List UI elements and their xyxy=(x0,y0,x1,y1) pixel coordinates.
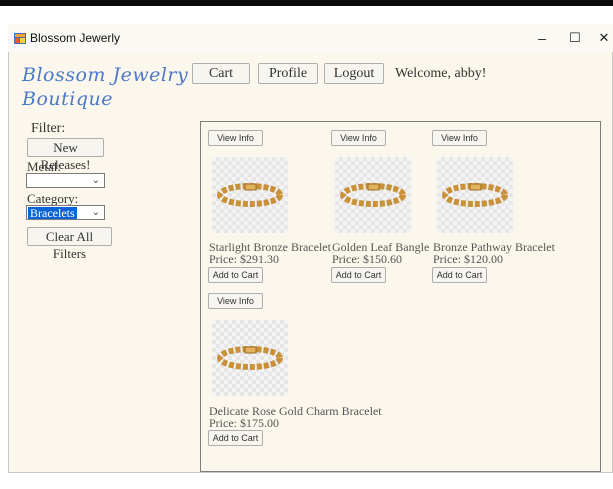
view-info-button[interactable]: View Info xyxy=(432,130,487,146)
chevron-down-icon: ⌄ xyxy=(91,207,100,218)
chevron-down-icon: ⌄ xyxy=(91,175,100,186)
category-value: Bracelets xyxy=(28,206,77,220)
product-price: Price: $291.30 xyxy=(209,252,279,266)
category-select[interactable]: Bracelets ⌄ xyxy=(26,205,105,220)
clear-filters-button[interactable]: Clear All Filters xyxy=(27,227,112,261)
bracelet-icon xyxy=(217,346,283,370)
app-icon xyxy=(14,33,26,44)
product-price: Price: $150.60 xyxy=(332,252,402,266)
logo-line-1: Blossom Jewelry xyxy=(22,64,189,86)
view-info-button[interactable]: View Info xyxy=(331,130,386,146)
new-releases-button[interactable]: New Releases! xyxy=(27,138,104,172)
profile-button[interactable]: Profile xyxy=(258,63,318,84)
bracelet-icon xyxy=(442,183,508,207)
bracelet-icon xyxy=(340,183,406,207)
product-image xyxy=(212,320,288,396)
close-button[interactable]: ✕ xyxy=(591,27,613,49)
bracelet-icon xyxy=(217,183,283,207)
product-price: Price: $175.00 xyxy=(209,416,279,430)
add-to-cart-button[interactable]: Add to Cart xyxy=(208,430,263,446)
product-image xyxy=(437,157,513,233)
logout-button[interactable]: Logout xyxy=(324,63,384,84)
view-info-button[interactable]: View Info xyxy=(208,130,263,146)
metal-select[interactable]: ⌄ xyxy=(26,173,105,188)
cart-button[interactable]: Cart xyxy=(192,63,250,84)
window-title: Blossom Jewerly xyxy=(30,31,121,45)
welcome-text: Welcome, abby! xyxy=(395,66,487,81)
product-price: Price: $120.00 xyxy=(433,252,503,266)
product-image xyxy=(212,157,288,233)
filter-label: Filter: xyxy=(31,121,66,136)
logo-line-2: Boutique xyxy=(22,88,113,110)
view-info-button[interactable]: View Info xyxy=(208,293,263,309)
add-to-cart-button[interactable]: Add to Cart xyxy=(208,267,263,283)
maximize-button[interactable]: ☐ xyxy=(562,27,588,49)
screen-top-edge xyxy=(0,0,613,6)
title-bar: Blossom Jewerly – ☐ ✕ xyxy=(8,24,613,52)
product-image xyxy=(335,157,411,233)
add-to-cart-button[interactable]: Add to Cart xyxy=(331,267,386,283)
minimize-button[interactable]: – xyxy=(529,27,555,49)
add-to-cart-button[interactable]: Add to Cart xyxy=(432,267,487,283)
